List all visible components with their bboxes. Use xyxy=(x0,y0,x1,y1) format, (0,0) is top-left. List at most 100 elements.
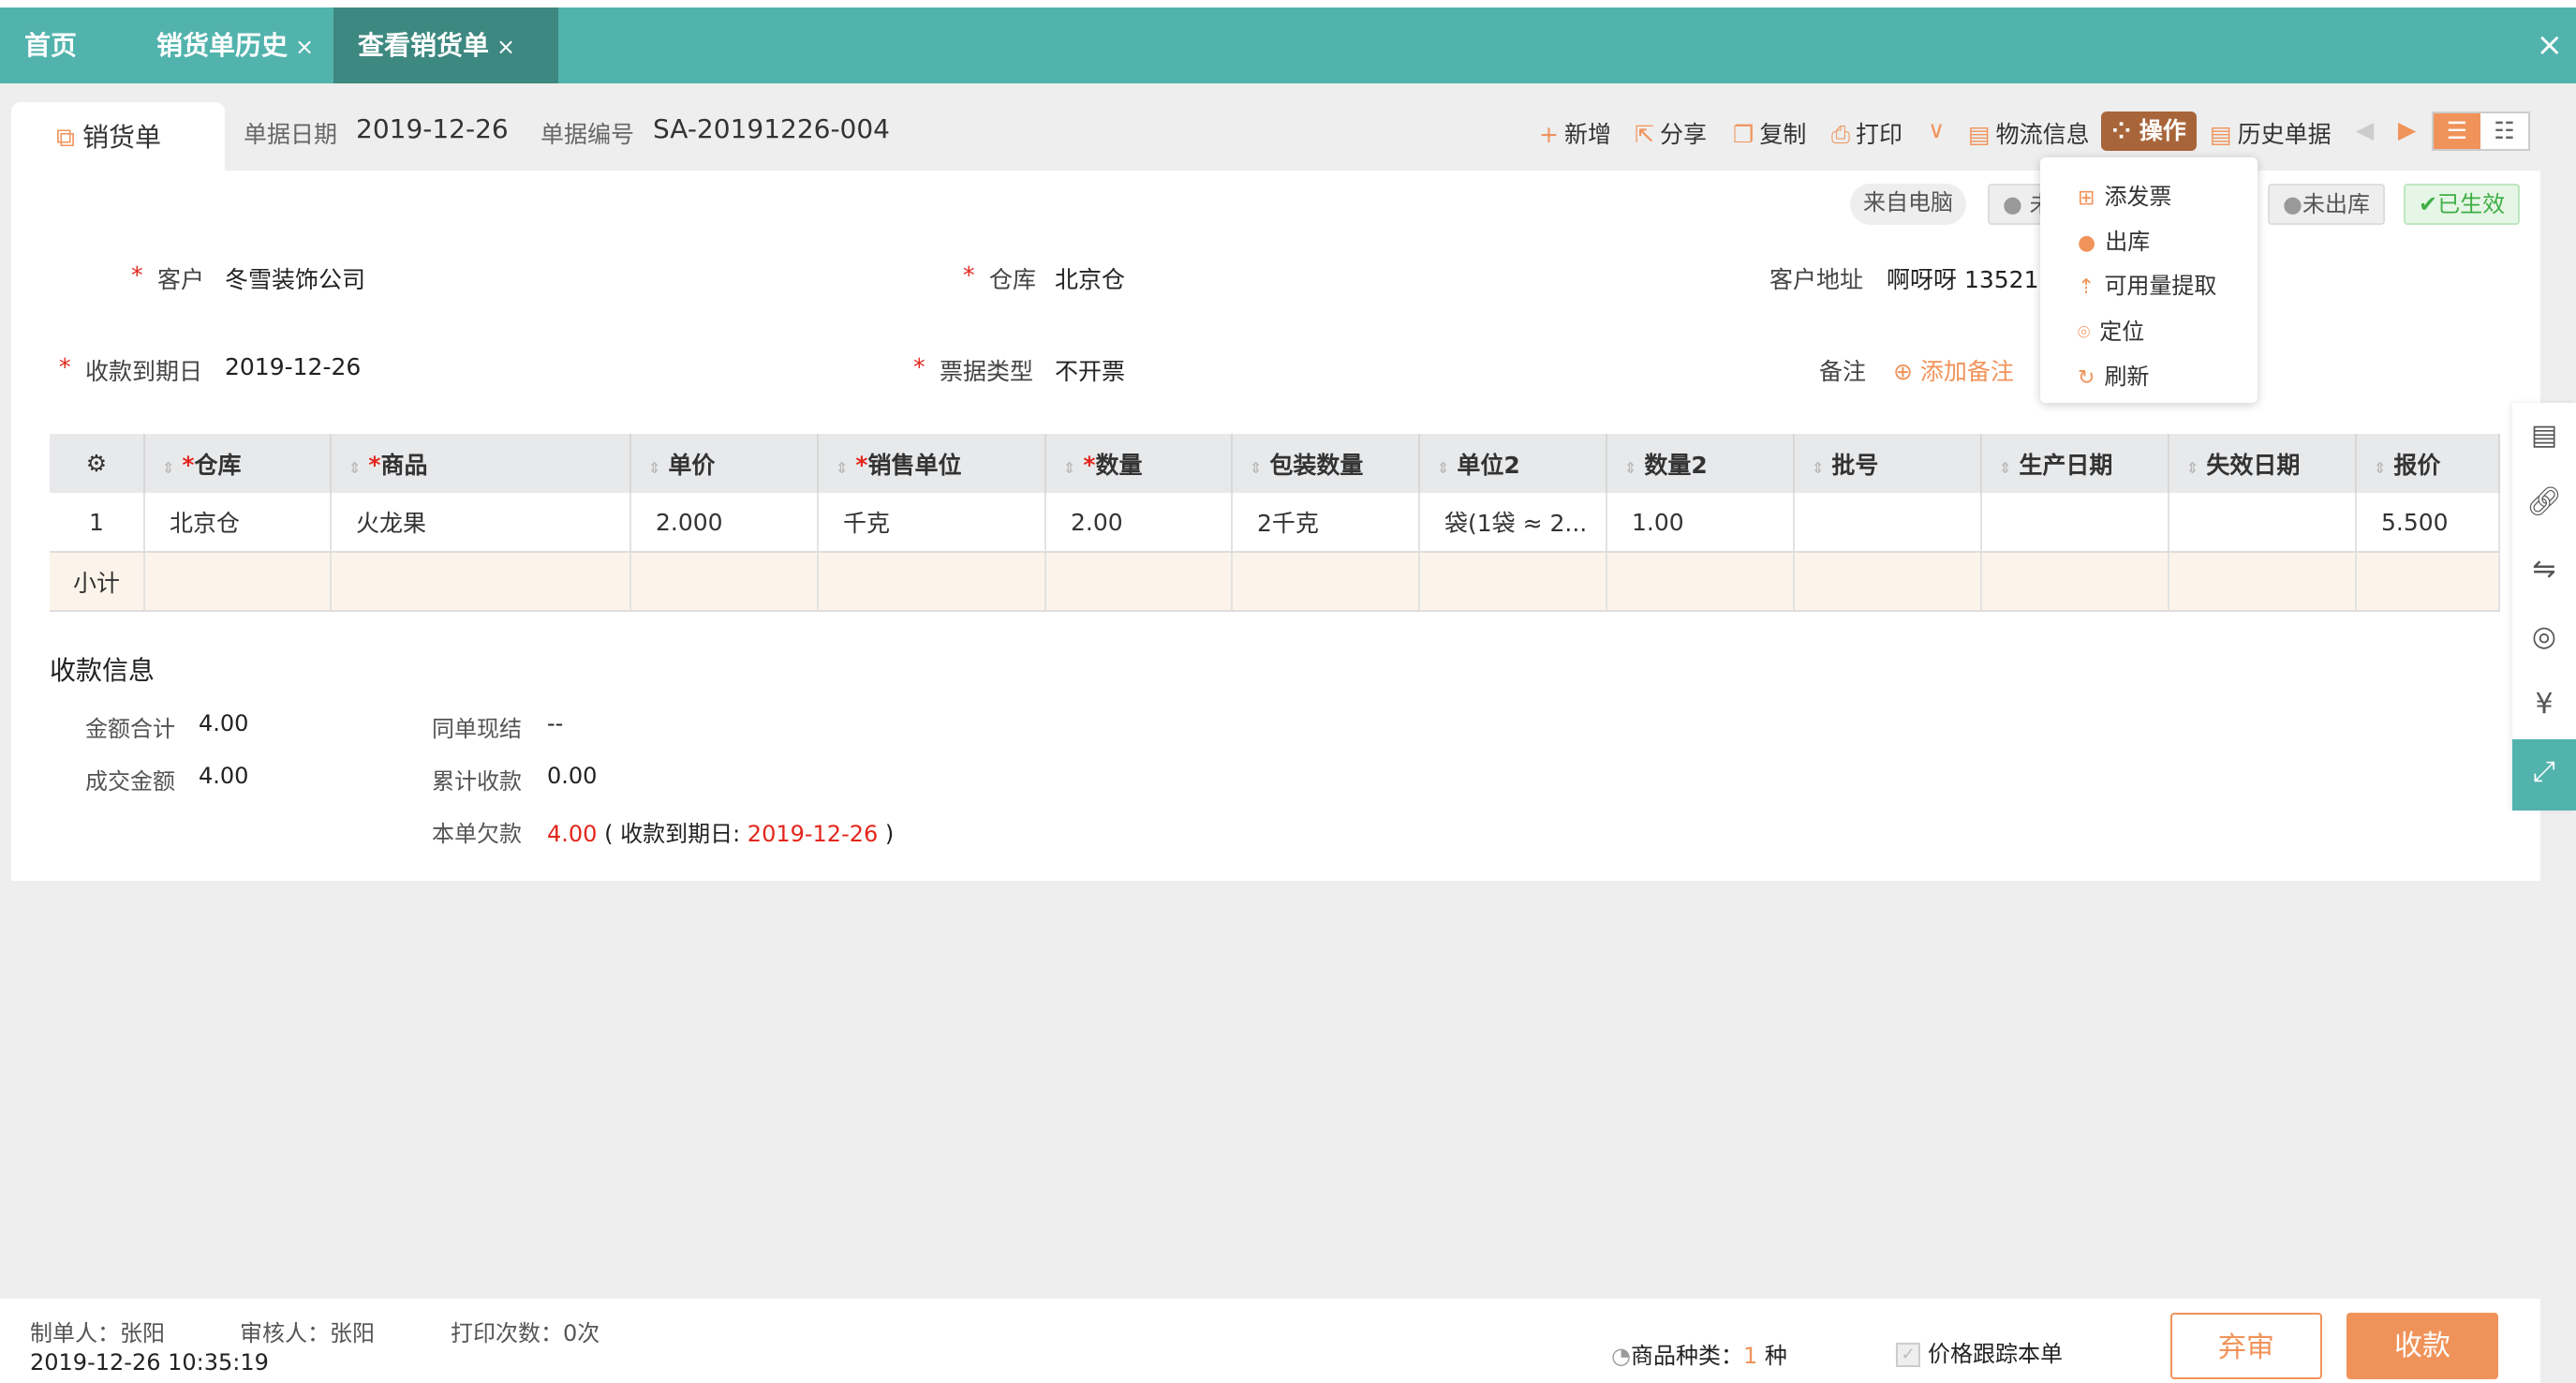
menu-item-refresh[interactable]: ↻ 刷新 xyxy=(2078,358,2149,391)
column-header[interactable]: ⇕ *销售单位 xyxy=(818,434,1046,493)
menu-item-add-invoice[interactable]: ⊞ 添发票 xyxy=(2078,178,2171,211)
tab-home[interactable]: 首页 xyxy=(0,7,101,83)
owe-line: 4.00 ( 收款到期日: 2019-12-26 ) xyxy=(547,815,894,848)
sort-icon[interactable]: ⇕ xyxy=(2186,459,2198,477)
link-icon[interactable]: 🔗︎ xyxy=(2512,469,2576,535)
column-header[interactable]: ⇕ *商品 xyxy=(331,434,631,493)
column-header[interactable]: ⇕ 单价 xyxy=(630,434,819,493)
table-cell: 千克 xyxy=(818,493,1046,553)
column-header[interactable]: ⇕ 失效日期 xyxy=(2169,434,2357,493)
table-cell: 1 xyxy=(50,493,145,553)
due-date-value: 2019-12-26 xyxy=(225,353,362,380)
table-cell: 火龙果 xyxy=(331,493,631,553)
operate-dropdown-menu: ⊞ 添发票 ● 出库 ⇡ 可用量提取 ⌾ 定位 ↻ 刷新 xyxy=(2040,157,2258,403)
column-header[interactable]: ⇕ 数量2 xyxy=(1606,434,1795,493)
column-header[interactable]: ⇕ 批号 xyxy=(1794,434,1982,493)
product-kinds: ◔商品种类：1 种 xyxy=(1611,1337,1787,1370)
debt-icon[interactable]: ◎ xyxy=(2512,604,2576,670)
history-button[interactable]: ▤ 历史单据 xyxy=(2210,116,2332,150)
prev-arrow-icon[interactable]: ◀ xyxy=(2356,116,2374,143)
new-button[interactable]: + 新增 xyxy=(1539,116,1611,150)
subtotal-cell xyxy=(818,552,1046,612)
print-dropdown-chevron-icon[interactable]: ∨ xyxy=(1928,116,1945,143)
table-cell: 袋(1袋 ≈ 2... xyxy=(1419,493,1607,553)
tab-view-sales[interactable]: 查看销货单 × xyxy=(333,7,558,83)
list-view-icon[interactable]: ☰ xyxy=(2434,113,2480,149)
cash-value: -- xyxy=(547,710,564,736)
tab-sales-history[interactable]: 销货单历史 × xyxy=(132,7,338,83)
sort-icon[interactable]: ⇕ xyxy=(162,459,174,477)
table-cell: 北京仓 xyxy=(144,493,332,553)
required-mark: * xyxy=(59,353,71,380)
price-track-checkbox[interactable]: ✓ 价格跟踪本单 xyxy=(1896,1335,2063,1368)
printer-icon: ⎙ xyxy=(1831,121,1851,148)
check-circle-icon: ✔ xyxy=(2419,191,2438,217)
menu-item-available-qty[interactable]: ⇡ 可用量提取 xyxy=(2078,267,2216,300)
operate-button[interactable]: ⁘ 操作 xyxy=(2101,112,2197,151)
invoice-icon: ⊞ xyxy=(2078,186,2095,210)
window-close-icon[interactable]: × xyxy=(2537,7,2564,83)
sort-icon[interactable]: ⇕ xyxy=(2374,459,2386,477)
close-icon[interactable]: × xyxy=(496,34,515,60)
plus-circle-icon: ⊕ xyxy=(1893,358,1920,385)
add-remark-link[interactable]: ⊕ 添加备注 xyxy=(1893,353,2014,387)
warehouse-label: 仓库 xyxy=(989,266,1037,293)
subtotal-cell xyxy=(331,552,631,612)
sort-icon[interactable]: ⇕ xyxy=(648,459,660,477)
column-header[interactable]: ⇕ 报价 xyxy=(2356,434,2500,493)
column-header[interactable]: ⇕ 包装数量 xyxy=(1232,434,1420,493)
tab-bar: 首页 销货单历史 × 查看销货单 × × xyxy=(0,7,2576,83)
exchange-icon[interactable]: ⇋ xyxy=(2512,537,2576,602)
table-cell xyxy=(1794,493,1982,553)
sort-icon[interactable]: ⇕ xyxy=(1624,459,1636,477)
label: 复制 xyxy=(1759,121,1807,148)
label: 定位 xyxy=(2099,319,2145,345)
table-cell: 1.00 xyxy=(1606,493,1795,553)
sort-icon[interactable]: ⇕ xyxy=(1063,459,1075,477)
detail-view-icon[interactable]: ☷ xyxy=(2480,113,2528,149)
column-header[interactable]: ⇕ 单位2 xyxy=(1419,434,1607,493)
label: 添加备注 xyxy=(1919,358,2014,385)
logistics-button[interactable]: ▤ 物流信息 xyxy=(1968,116,2090,150)
copy-button[interactable]: ❐ 复制 xyxy=(1733,116,1806,150)
location-pin-icon: ⌾ xyxy=(2078,321,2091,345)
sort-icon[interactable]: ⇕ xyxy=(1437,459,1449,477)
header-label: 包装数量 xyxy=(1269,451,1364,479)
sort-icon[interactable]: ⇕ xyxy=(1250,459,1262,477)
close-icon[interactable]: × xyxy=(295,34,314,60)
payment-section-title: 收款信息 xyxy=(50,655,155,686)
yen-icon[interactable]: ¥ xyxy=(2512,672,2576,737)
column-header[interactable]: ⇕ *仓库 xyxy=(144,434,332,493)
next-arrow-icon[interactable]: ▶ xyxy=(2398,116,2416,143)
due-suffix: ) xyxy=(884,821,895,847)
view-toggle[interactable]: ☰ ☷ xyxy=(2432,112,2530,151)
share-button[interactable]: ⇱ 分享 xyxy=(1635,116,1707,150)
subtotal-cell xyxy=(630,552,819,612)
plus-icon: + xyxy=(1539,121,1559,148)
reject-audit-button[interactable]: 弃审 xyxy=(2170,1313,2322,1379)
sort-icon[interactable]: ⇕ xyxy=(836,459,848,477)
doc-tab[interactable]: ⧉ 销货单 xyxy=(11,102,225,172)
header-label: 商品 xyxy=(380,451,428,479)
column-header[interactable]: ⇕ *数量 xyxy=(1045,434,1233,493)
sort-icon[interactable]: ⇕ xyxy=(348,459,361,477)
column-header[interactable]: ⇕ 生产日期 xyxy=(1981,434,2169,493)
owe-value: 4.00 xyxy=(547,821,598,847)
source-badge: 来自电脑 xyxy=(1850,184,1966,225)
menu-item-locate[interactable]: ⌾ 定位 xyxy=(2078,313,2144,346)
expand-icon[interactable]: ⤢ xyxy=(2512,739,2576,810)
table-row[interactable]: 1 北京仓 火龙果 2.000 千克 2.00 2千克 袋(1袋 ≈ 2... 1.00 5.50… xyxy=(50,493,2500,553)
items-table: ⚙ ⇕ *仓库 ⇕ *商品 ⇕ 单价 ⇕ *销售单位 ⇕ *数量 ⇕ 包装数量 ⇕ 单位2 ⇕ 数量2 ⇕ 批号 ⇕… xyxy=(50,434,2500,612)
sort-icon[interactable]: ⇕ xyxy=(1999,459,2011,477)
label: 打印 xyxy=(1856,121,1903,148)
print-button[interactable]: ⎙ 打印 xyxy=(1831,116,1902,150)
label: 物流信息 xyxy=(1995,121,2090,148)
menu-item-ship[interactable]: ● 出库 xyxy=(2078,223,2150,256)
doc-settings-icon[interactable]: ▤ xyxy=(2512,403,2576,468)
invoice-type-label: 票据类型 xyxy=(940,358,1034,385)
top-strip xyxy=(0,0,2576,7)
column-settings-gear-icon[interactable]: ⚙ xyxy=(50,434,145,493)
header-label: 生产日期 xyxy=(2019,451,2113,479)
collect-payment-button[interactable]: 收款 xyxy=(2347,1313,2498,1379)
sort-icon[interactable]: ⇕ xyxy=(1812,459,1824,477)
